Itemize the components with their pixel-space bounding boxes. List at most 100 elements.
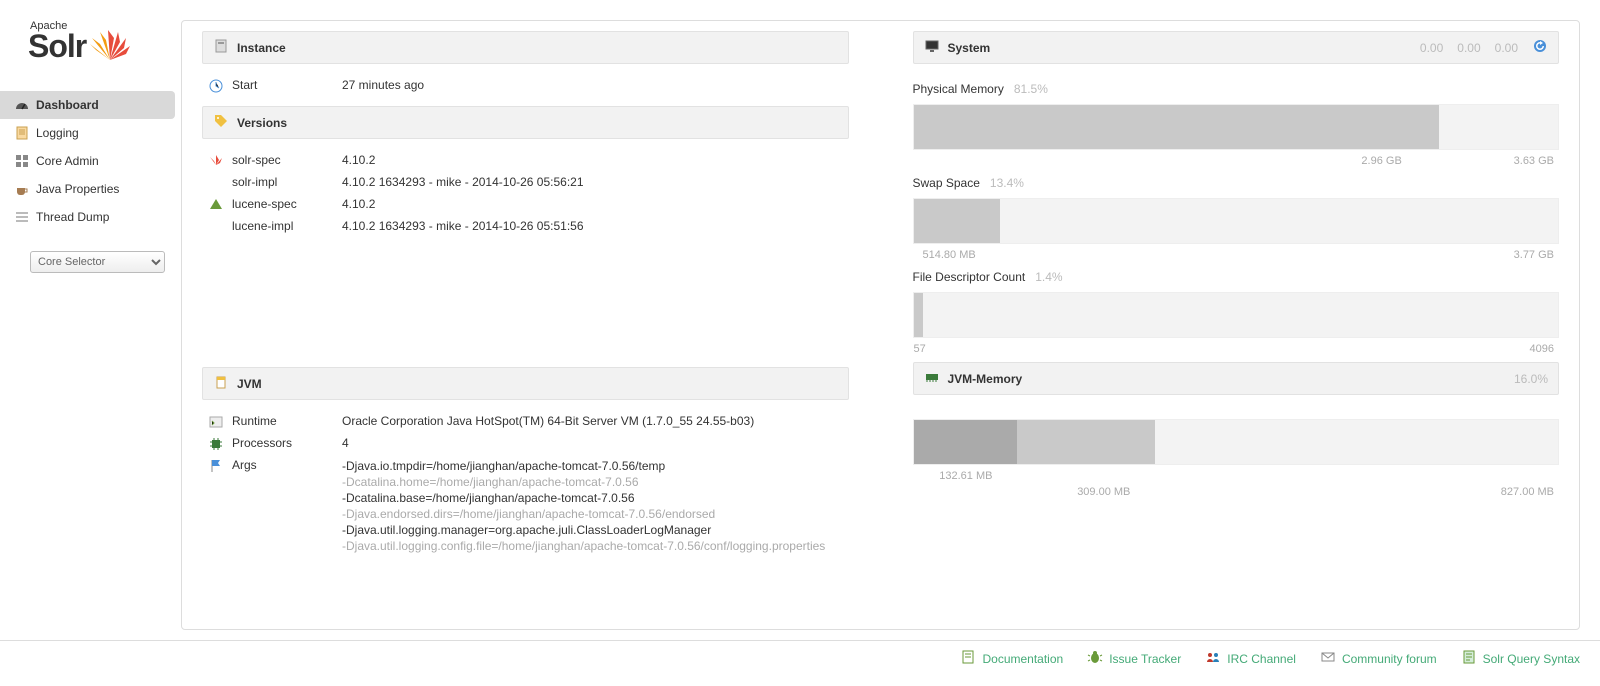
lucene-impl-label: lucene-impl [232,219,293,233]
nav-dashboard[interactable]: Dashboard [0,91,175,119]
gauge-icon [14,97,30,113]
metric-used: 2.96 GB [1361,155,1401,167]
logo: Apache Solr [0,20,175,91]
jvm-mem-committed: 309.00 MB [1077,486,1130,498]
right-column: System 0.00 0.00 0.00 Physical Memory81.… [913,31,1560,619]
system-panel: System 0.00 0.00 0.00 Physical Memory81.… [913,31,1560,338]
jar-icon [213,374,229,393]
nav-java-properties[interactable]: Java Properties [0,175,175,203]
logo-solr-text: Solr [28,28,86,65]
panel-title: JVM-Memory [948,372,1023,386]
solr-impl-value: 4.10.2 1634293 - mike - 2014-10-26 05:56… [342,175,849,189]
footer-forum[interactable]: Community forum [1320,649,1437,668]
versions-panel: Versions solr-spec4.10.2 solr-impl4.10.2… [202,106,849,237]
solr-spec-value: 4.10.2 [342,153,849,167]
footer-documentation[interactable]: Documentation [960,649,1063,668]
processors-label: Processors [232,436,292,450]
flag-icon [208,458,224,477]
monitor-icon [924,38,940,57]
instance-panel: Instance Start 27 minutes ago [202,31,849,96]
coffee-icon [14,181,30,197]
footer-label: Solr Query Syntax [1483,652,1580,666]
memory-icon [924,369,940,388]
footer: Documentation Issue Tracker IRC Channel … [0,640,1600,676]
metric-bar: 574096 [913,292,1560,338]
metric-pct: 13.4% [990,176,1024,190]
tag-icon [213,113,229,132]
metric-total: 3.77 GB [1514,249,1554,261]
left-column: Instance Start 27 minutes ago Versions s… [202,31,849,619]
nav-label: Dashboard [36,98,99,112]
footer-issue-tracker[interactable]: Issue Tracker [1087,649,1181,668]
nav-logging[interactable]: Logging [0,119,175,147]
jvm-memory-panel: JVM-Memory 16.0% 132.61 MB 309.00 MB 827… [913,362,1560,465]
panel-title: JVM [237,377,262,391]
nav-label: Logging [36,126,79,140]
solr-icon [208,153,224,172]
jvm-mem-metric: 132.61 MB 309.00 MB 827.00 MB [913,419,1560,465]
jvm-panel: JVM Runtime Oracle Corporation Java HotSp… [202,367,849,558]
core-selector-dropdown[interactable]: Core Selector [30,251,165,273]
panel-title: System [948,41,991,55]
footer-label: Community forum [1342,652,1437,666]
document-icon [14,125,30,141]
chip-icon [208,436,224,455]
server-icon [213,38,229,57]
runtime-label: Runtime [232,414,277,428]
panel-title: Instance [237,41,286,55]
script-icon [1461,649,1477,668]
load-avg-2: 0.00 [1457,41,1480,55]
solr-spec-label: solr-spec [232,153,281,167]
nav-label: Core Admin [36,154,99,168]
arg-line: -Djava.endorsed.dirs=/home/jianghan/apac… [342,506,849,522]
refresh-icon[interactable] [1532,38,1548,57]
metric-used: 514.80 MB [923,249,976,261]
sidebar: Apache Solr Dashboard [0,0,175,640]
footer-label: IRC Channel [1227,652,1296,666]
metric: Physical Memory 81.5% 2.96 GB3.63 GB [913,80,1560,150]
metric: File Descriptor Count1.4%574096 [913,268,1560,338]
footer-query-syntax[interactable]: Solr Query Syntax [1461,649,1580,668]
footer-label: Documentation [982,652,1063,666]
stack-icon [14,209,30,225]
start-value: 27 minutes ago [342,78,849,92]
jvm-mem-used: 132.61 MB [939,470,992,482]
args-value: -Djava.io.tmpdir=/home/jianghan/apache-t… [342,458,849,554]
arg-line: -Djava.util.logging.manager=org.apache.j… [342,522,849,538]
nav-label: Thread Dump [36,210,109,224]
nav-list: Dashboard Logging Core Admin Java Proper… [0,91,175,231]
footer-irc[interactable]: IRC Channel [1205,649,1296,668]
arg-line: -Dcatalina.base=/home/jianghan/apache-to… [342,490,849,506]
nav-core-admin[interactable]: Core Admin [0,147,175,175]
metric-bar: 2.96 GB3.63 GB [913,104,1560,150]
arg-line: -Djava.util.logging.config.file=/home/ji… [342,538,849,554]
metric-total: 4096 [1530,343,1554,355]
bug-icon [1087,649,1103,668]
users-icon [1205,649,1221,668]
runtime-value: Oracle Corporation Java HotSpot(TM) 64-B… [342,414,849,428]
metric-name: File Descriptor Count [913,270,1026,284]
lucene-impl-value: 4.10.2 1634293 - mike - 2014-10-26 05:51… [342,219,849,233]
metric-name: Physical Memory [913,82,1004,96]
footer-label: Issue Tracker [1109,652,1181,666]
terminal-icon [208,414,224,433]
sun-icon [88,28,132,71]
arg-line: -Djava.io.tmpdir=/home/jianghan/apache-t… [342,458,849,474]
jvm-mem-max: 827.00 MB [1501,486,1554,498]
jvm-mem-pct: 16.0% [1514,372,1548,386]
mail-icon [1320,649,1336,668]
start-label: Start [232,78,257,92]
grid-icon [14,153,30,169]
processors-value: 4 [342,436,849,450]
nav-thread-dump[interactable]: Thread Dump [0,203,175,231]
jvm-mem-bar: 132.61 MB 309.00 MB 827.00 MB [913,419,1560,465]
metric-used: 57 [914,343,926,355]
main-content: Instance Start 27 minutes ago Versions s… [181,20,1580,630]
lucene-spec-label: lucene-spec [232,197,297,211]
args-label: Args [232,458,257,472]
metric-name: Swap Space [913,176,980,190]
lucene-spec-value: 4.10.2 [342,197,849,211]
metric-pct: 81.5% [1014,82,1048,96]
load-avg-1: 0.00 [1420,41,1443,55]
metric-bar: 514.80 MB3.77 GB [913,198,1560,244]
